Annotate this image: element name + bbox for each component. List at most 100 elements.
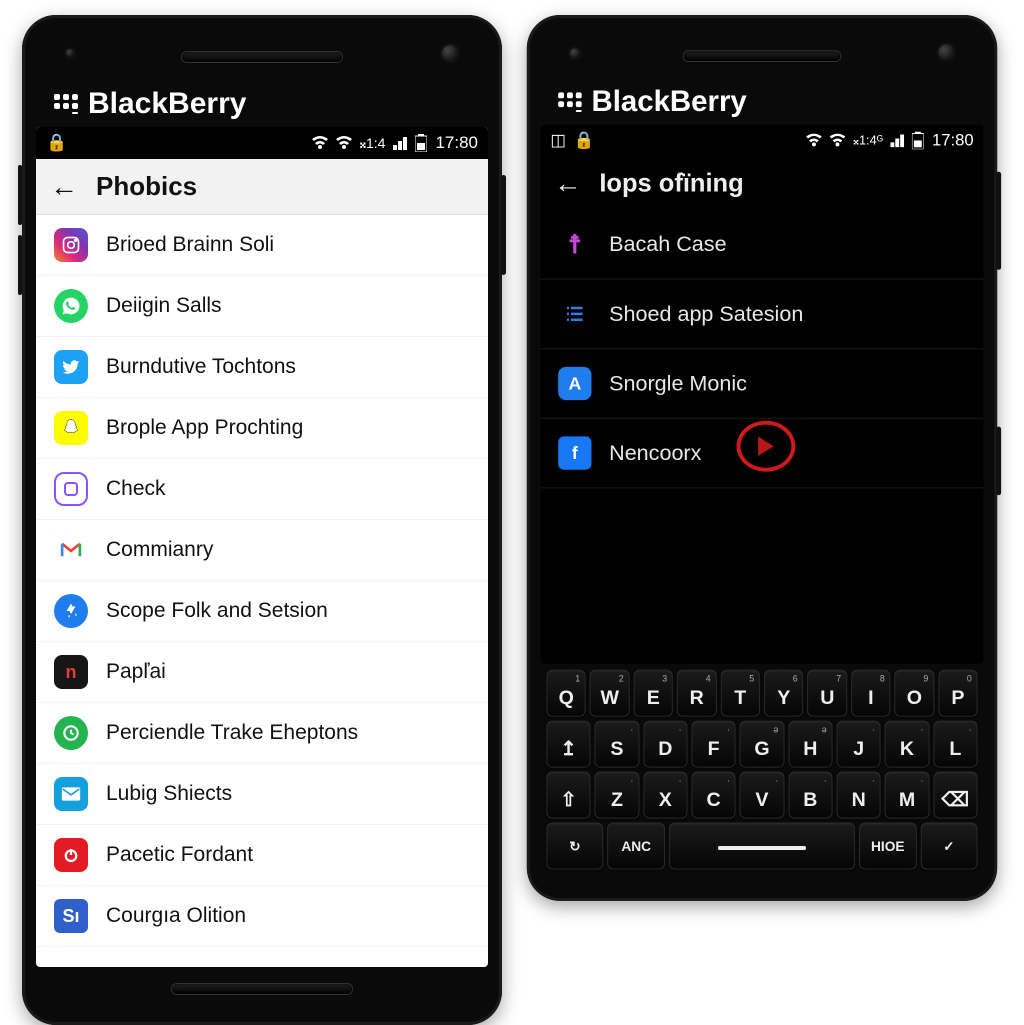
settings-list[interactable]: ☨ Bacah Case Shoed app Satesion A Snorgl…	[541, 210, 984, 488]
list-item[interactable]: Sı Courgıa Olition	[36, 886, 488, 947]
key-e[interactable]: 3E	[633, 670, 673, 717]
list-item-label: Commianry	[106, 538, 213, 562]
list-item[interactable]: ☨ Bacah Case	[541, 210, 984, 280]
list-item[interactable]: Commianry	[36, 520, 488, 581]
key-y[interactable]: 6Y	[764, 670, 804, 717]
title-bar: ← Phobics	[36, 159, 488, 215]
convenience-key[interactable]	[996, 427, 1001, 496]
key-t[interactable]: 5T	[720, 670, 760, 717]
brand-logo: BlackBerry	[541, 84, 984, 125]
key-g[interactable]: əG	[740, 721, 784, 768]
letter-a-icon: A	[558, 367, 591, 400]
list-item-label: Scope Folk and Setsion	[106, 599, 328, 623]
key-enter[interactable]: ✓	[920, 823, 977, 870]
physical-keyboard[interactable]: 1Q 2W 3E 4R 5T 6Y 7U 8I 9O 0P ↥ ·S ·D ·F…	[541, 664, 984, 887]
keyboard-row-2: ↥ ·S ·D ·F əG əH ·J ·K ·L	[546, 721, 977, 768]
list-item[interactable]: Brople App Prochting	[36, 398, 488, 459]
sensor-icon	[570, 48, 580, 58]
back-button[interactable]: ←	[554, 169, 581, 196]
power-button[interactable]	[996, 172, 1001, 270]
key-anc[interactable]: ANC	[608, 823, 665, 870]
list-item-label: Papľai	[106, 660, 166, 684]
title-bar: ← Iops ofïning	[541, 156, 984, 210]
key-c[interactable]: ·C	[691, 772, 735, 819]
brand-text: BlackBerry	[88, 87, 246, 121]
key-h[interactable]: əH	[788, 721, 832, 768]
list-item[interactable]: Brioed Brainn Soli	[36, 215, 488, 276]
volume-up-button[interactable]	[18, 165, 22, 225]
list-item[interactable]: Lubig Shiects	[36, 764, 488, 825]
key-k[interactable]: ·K	[885, 721, 929, 768]
list-item-label: Check	[106, 477, 166, 501]
list-item-label: Brioed Brainn Soli	[106, 233, 274, 257]
key-backspace[interactable]: ⌫	[933, 772, 977, 819]
clock-icon	[54, 716, 88, 750]
list-item[interactable]: n Papľai	[36, 642, 488, 703]
key-r[interactable]: 4R	[677, 670, 717, 717]
list-item[interactable]: Burndutive Tochtons	[36, 337, 488, 398]
list-item-label: Brople App Prochting	[106, 416, 303, 440]
key-q[interactable]: 1Q	[546, 670, 586, 717]
list-item[interactable]: Perciendle Trake Eheptons	[36, 703, 488, 764]
highlight-annotation-icon	[737, 421, 796, 472]
key-w[interactable]: 2W	[590, 670, 630, 717]
key-refresh[interactable]: ↻	[546, 823, 603, 870]
power-button[interactable]	[501, 175, 506, 275]
list-item[interactable]: A Snorgle Monic	[541, 349, 984, 419]
key-o[interactable]: 9O	[895, 670, 935, 717]
whatsapp-icon	[54, 289, 88, 323]
key-f[interactable]: ·F	[691, 721, 735, 768]
mail-icon	[54, 777, 88, 811]
front-camera-icon	[938, 44, 954, 60]
anchor-icon: ☨	[558, 228, 591, 261]
phone-device-right: BlackBerry ◫ 🔒 𝄪1:4ᴳ	[527, 15, 997, 901]
phone-device-left: BlackBerry 🔒 𝄪1:4 17:80	[22, 15, 502, 1025]
key-b[interactable]: ·B	[788, 772, 832, 819]
key-s[interactable]: ·S	[595, 721, 639, 768]
blackberry-dots-icon	[558, 92, 585, 112]
key-up[interactable]: ↥	[546, 721, 590, 768]
list-item-label: Courgıa Olition	[106, 904, 246, 928]
volume-down-button[interactable]	[18, 235, 22, 295]
wifi-icon	[312, 136, 328, 150]
list-item-label: Nencoorx	[609, 440, 701, 465]
key-u[interactable]: 7U	[808, 670, 848, 717]
app-list[interactable]: Brioed Brainn Soli Deiigin Salls Burndut…	[36, 215, 488, 947]
key-m[interactable]: ·M	[885, 772, 929, 819]
signal-icon	[891, 134, 905, 148]
key-v[interactable]: ·V	[740, 772, 784, 819]
list-item[interactable]: Scope Folk and Setsion	[36, 581, 488, 642]
key-l[interactable]: ·L	[933, 721, 977, 768]
lock-icon: 🔒	[46, 133, 67, 153]
phone-top-hardware	[541, 29, 984, 84]
list-item[interactable]: Pacetic Fordant	[36, 825, 488, 886]
list-item-label: Shoed app Satesion	[609, 301, 803, 326]
key-shift[interactable]: ⇧	[546, 772, 590, 819]
key-i[interactable]: 8I	[851, 670, 891, 717]
list-item[interactable]: f Nencoorx	[541, 419, 984, 489]
twitter-icon	[54, 350, 88, 384]
status-time: 17:80	[435, 133, 478, 153]
key-d[interactable]: ·D	[643, 721, 687, 768]
gmail-icon	[54, 533, 88, 567]
key-n[interactable]: ·N	[836, 772, 880, 819]
back-button[interactable]: ←	[50, 173, 78, 201]
sensor-icon	[66, 49, 74, 57]
key-z[interactable]: ·Z	[595, 772, 639, 819]
key-space[interactable]	[669, 823, 855, 870]
list-item[interactable]: Check	[36, 459, 488, 520]
square-icon	[54, 472, 88, 506]
wifi-icon-2	[336, 136, 352, 150]
key-p[interactable]: 0P	[938, 670, 978, 717]
wifi-icon-2	[830, 134, 846, 148]
page-title: Iops ofïning	[599, 168, 743, 198]
snapchat-icon	[54, 411, 88, 445]
facebook-icon: f	[558, 436, 591, 469]
list-item-label: Deiigin Salls	[106, 294, 222, 318]
key-x[interactable]: ·X	[643, 772, 687, 819]
key-j[interactable]: ·J	[836, 721, 880, 768]
list-item[interactable]: Shoed app Satesion	[541, 280, 984, 350]
list-item[interactable]: Deiigin Salls	[36, 276, 488, 337]
phone-top-hardware	[36, 29, 488, 85]
key-hioe[interactable]: HIOE	[859, 823, 916, 870]
